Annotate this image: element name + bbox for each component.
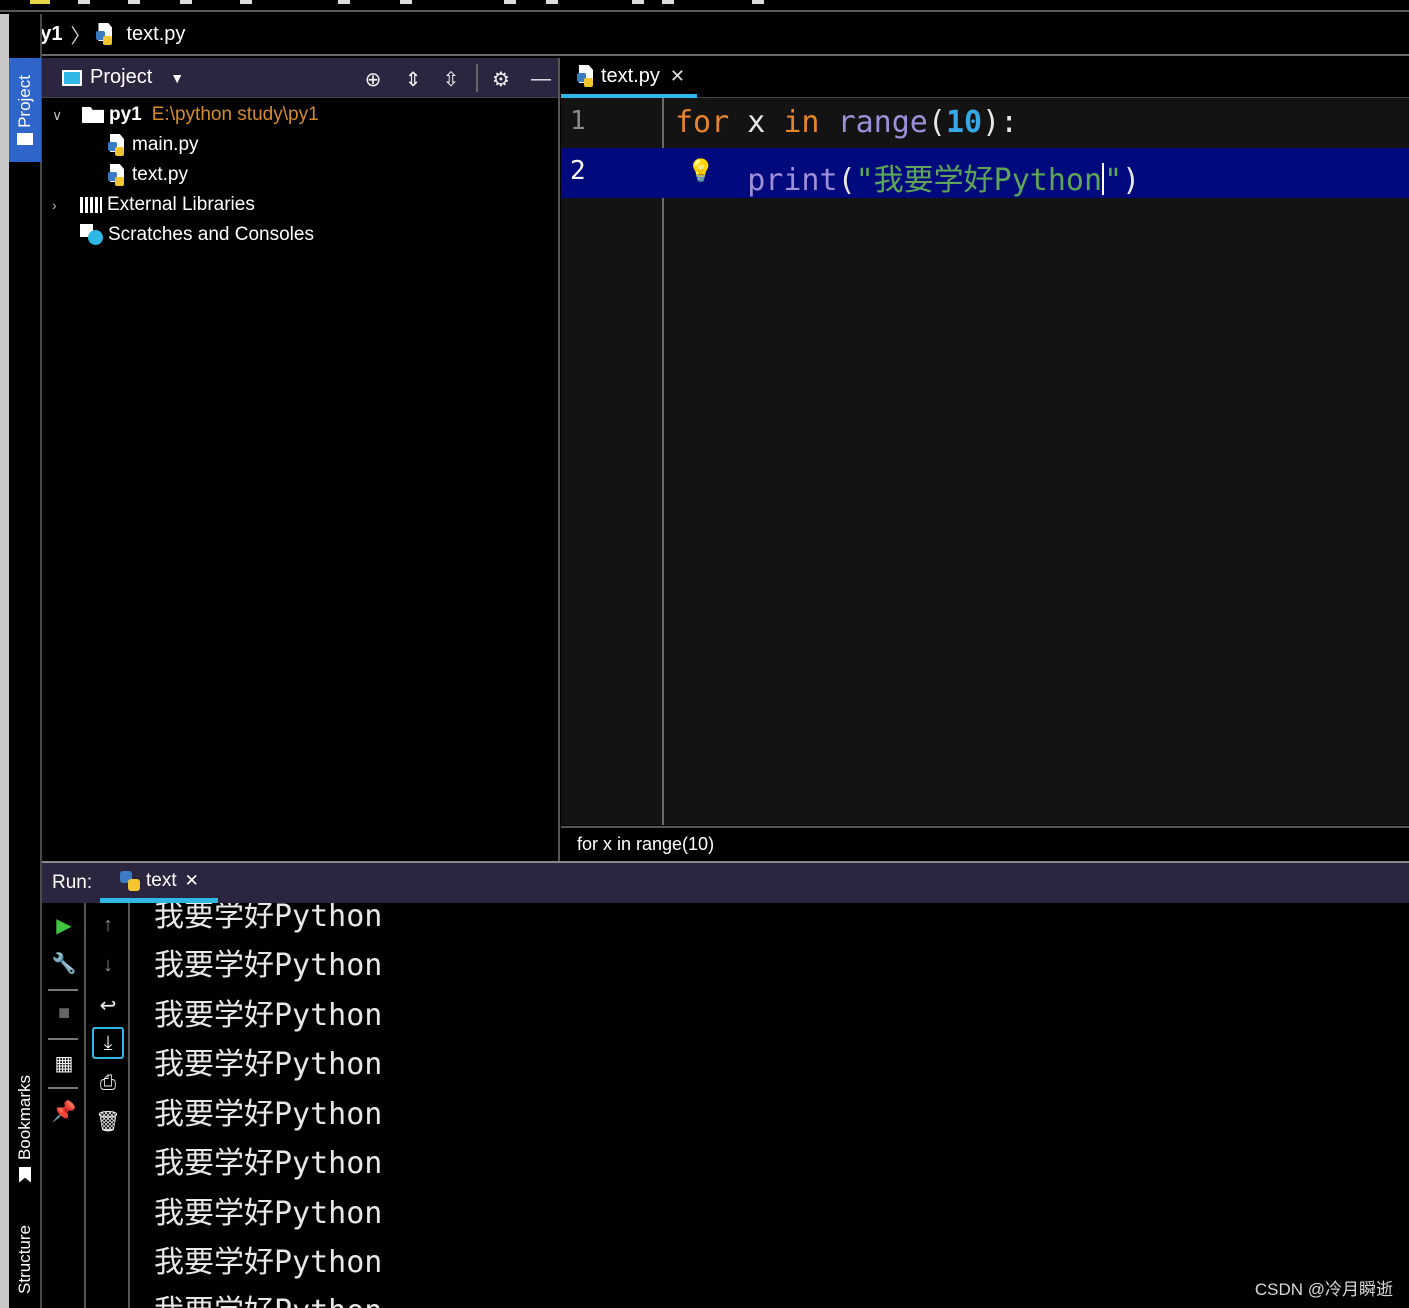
run-panel-header: Run: text ✕ bbox=[42, 863, 1409, 903]
tool-tab-structure[interactable]: Structure bbox=[9, 1210, 41, 1308]
console-line: 我要学好Python bbox=[154, 1286, 382, 1308]
breadcrumb-separator: 〉 bbox=[70, 25, 91, 48]
tool-tab-project-label: Project bbox=[15, 74, 34, 128]
wrench-icon[interactable]: 🔧 bbox=[50, 949, 78, 977]
gutter-divider bbox=[662, 98, 664, 825]
console-line: 我要学好Python bbox=[154, 948, 383, 983]
print-icon[interactable]: ⎙ bbox=[94, 1069, 122, 1097]
toolbar-separator bbox=[476, 64, 478, 92]
project-panel: Project ▼ ⊕ ⇕ ⇳ ⚙ — ∨ py1 E:\python stud… bbox=[42, 58, 560, 861]
tool-tab-bookmarks-label: Bookmarks bbox=[15, 1075, 34, 1161]
run-console-output[interactable]: 我要学好Python 我要学好Python 我要学好Python 我要学好Pyt… bbox=[130, 903, 1409, 1308]
run-tab-label: text bbox=[146, 869, 177, 891]
editor-tab-label: text.py bbox=[601, 64, 660, 87]
project-panel-header: Project ▼ ⊕ ⇕ ⇳ ⚙ — bbox=[42, 58, 558, 98]
python-file-icon bbox=[577, 65, 597, 87]
pin-icon[interactable]: 📌 bbox=[50, 1097, 78, 1125]
code-editor[interactable]: 1 for x in range(10): 2 💡 print("我要学好Pyt… bbox=[561, 98, 1409, 825]
expand-all-icon[interactable]: ⇕ bbox=[400, 66, 426, 92]
tool-tab-bookmarks[interactable]: Bookmarks bbox=[9, 1068, 41, 1190]
console-line: 我要学好Python bbox=[154, 998, 383, 1033]
folder-icon bbox=[82, 107, 104, 123]
editor-footer-label: for x in range(10) bbox=[577, 834, 715, 854]
python-file-icon bbox=[96, 23, 116, 45]
run-panel-title: Run: bbox=[52, 872, 93, 893]
python-file-icon bbox=[108, 164, 128, 186]
code-line-1[interactable]: 1 for x in range(10): bbox=[561, 98, 1409, 148]
editor-tab-bar: text.py ✕ bbox=[561, 58, 1409, 98]
layout-icon[interactable]: ▦ bbox=[50, 1049, 78, 1077]
tree-item-label: External Libraries bbox=[107, 194, 255, 215]
folder-icon bbox=[17, 133, 33, 146]
tree-item-external-libraries[interactable]: › External Libraries bbox=[52, 190, 255, 220]
chevron-right-icon[interactable]: › bbox=[52, 197, 70, 213]
toolbar-separator bbox=[48, 989, 78, 991]
close-icon[interactable]: ✕ bbox=[185, 871, 199, 891]
arrow-down-icon[interactable]: ↓ bbox=[94, 951, 122, 979]
tree-item-label: py1 bbox=[109, 104, 142, 125]
console-line: 我要学好Python bbox=[154, 1146, 383, 1181]
stop-icon[interactable]: ■ bbox=[50, 999, 78, 1027]
libraries-icon bbox=[80, 197, 102, 213]
line-number: 2 bbox=[570, 156, 586, 186]
hide-panel-icon[interactable]: — bbox=[528, 66, 554, 92]
window-left-edge bbox=[0, 14, 9, 1308]
bookmark-icon bbox=[19, 1166, 31, 1183]
collapse-all-icon[interactable]: ⇳ bbox=[438, 66, 464, 92]
chevron-down-icon[interactable]: ▼ bbox=[170, 70, 184, 86]
console-line: 我要学好Python bbox=[154, 903, 383, 934]
code-text: print("我要学好Python") bbox=[747, 162, 1141, 198]
run-toolbar-secondary: ↑ ↓ ↩ ⤓ ⎙ 🗑 bbox=[86, 903, 130, 1308]
tree-item-label: text.py bbox=[132, 164, 188, 185]
run-tab-text[interactable]: text ✕ bbox=[100, 863, 218, 903]
tree-item-scratches[interactable]: Scratches and Consoles bbox=[80, 220, 314, 250]
toolbar-separator bbox=[48, 1087, 78, 1089]
tree-item-label: Scratches and Consoles bbox=[108, 224, 314, 245]
scratches-icon bbox=[80, 224, 104, 246]
code-line-2[interactable]: 2 💡 print("我要学好Python") bbox=[561, 148, 1409, 198]
trash-icon[interactable]: 🗑 bbox=[94, 1107, 122, 1135]
project-view-selector[interactable]: Project bbox=[90, 66, 152, 89]
editor-breadcrumb-footer[interactable]: for x in range(10) bbox=[561, 826, 1409, 861]
gear-icon[interactable]: ⚙ bbox=[488, 66, 514, 92]
tree-item-label: main.py bbox=[132, 134, 199, 155]
line-number: 1 bbox=[570, 106, 586, 136]
console-line: 我要学好Python bbox=[154, 1097, 383, 1132]
python-file-icon bbox=[108, 134, 128, 156]
rerun-icon[interactable]: ▶ bbox=[50, 911, 78, 939]
breadcrumb-file[interactable]: text.py bbox=[126, 23, 185, 46]
watermark: CSDN @冷月瞬逝 bbox=[1254, 1280, 1393, 1299]
project-view-icon bbox=[62, 69, 82, 86]
run-toolbar-primary: ▶ 🔧 ■ ▦ 📌 bbox=[42, 903, 86, 1308]
tool-tab-structure-label: Structure bbox=[15, 1224, 34, 1294]
tree-item-text-py[interactable]: text.py bbox=[108, 160, 188, 190]
tree-item-main-py[interactable]: main.py bbox=[108, 130, 199, 160]
scroll-to-end-icon[interactable]: ⤓ bbox=[92, 1027, 124, 1059]
chevron-down-icon[interactable]: ∨ bbox=[52, 107, 70, 124]
soft-wrap-icon[interactable]: ↩ bbox=[94, 991, 122, 1019]
arrow-up-icon[interactable]: ↑ bbox=[94, 911, 122, 939]
console-line: 我要学好Python bbox=[154, 1245, 383, 1280]
console-line: 我要学好Python bbox=[154, 1047, 383, 1082]
tool-tab-project[interactable]: Project bbox=[9, 58, 41, 162]
console-line: 我要学好Python bbox=[154, 1196, 383, 1231]
code-text: for x in range(10): bbox=[675, 105, 1019, 140]
window-top-strip bbox=[0, 0, 1409, 12]
python-icon bbox=[120, 870, 140, 891]
breadcrumb: py1 〉 text.py bbox=[10, 14, 1409, 56]
locate-file-icon[interactable]: ⊕ bbox=[360, 66, 386, 92]
project-path: E:\python study\py1 bbox=[151, 104, 319, 125]
close-icon[interactable]: ✕ bbox=[670, 66, 685, 87]
editor-tab-text-py[interactable]: text.py ✕ bbox=[561, 58, 697, 98]
toolbar-separator bbox=[48, 1038, 78, 1040]
tree-item-py1[interactable]: ∨ py1 E:\python study\py1 bbox=[52, 100, 319, 130]
